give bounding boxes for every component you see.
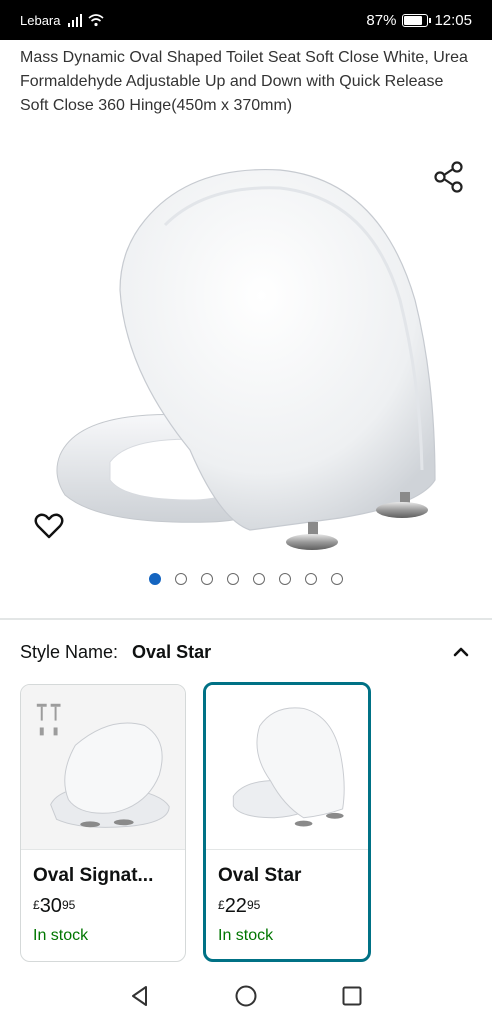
carousel-dot[interactable]: [201, 573, 213, 585]
style-option-price: £ 30 95: [33, 895, 75, 918]
square-recents-icon[interactable]: [340, 984, 364, 1008]
battery-icon: [402, 13, 432, 27]
card-separator: [206, 849, 368, 850]
product-title: Mass Dynamic Oval Shaped Toilet Seat Sof…: [20, 49, 468, 114]
style-option-oval-signature[interactable]: Oval Signat... £ 30 95 In stock: [20, 684, 186, 962]
price-currency: £: [33, 898, 40, 912]
price-fraction: 95: [246, 898, 261, 912]
circle-home-icon[interactable]: [234, 984, 258, 1008]
style-name-label: Style Name:: [20, 641, 119, 662]
triangle-back-icon[interactable]: [128, 984, 152, 1008]
style-name-value: Oval Star: [132, 641, 212, 662]
carousel-dot[interactable]: [279, 573, 291, 585]
card-separator: [21, 849, 185, 850]
price-fraction: 95: [61, 898, 76, 912]
chevron-up-icon[interactable]: [450, 641, 472, 663]
clock: 12:05: [434, 11, 472, 29]
signal-icon: [68, 13, 83, 27]
price-whole: 30: [39, 895, 62, 917]
style-option-price: £ 22 95: [218, 895, 260, 918]
carousel-dot[interactable]: [253, 573, 265, 585]
battery-percent: 87%: [366, 11, 397, 29]
style-option-name: Oval Star: [218, 865, 302, 886]
status-bar: Lebara 87% 12:05: [0, 0, 492, 40]
style-option-oval-star[interactable]: Oval Star £ 22 95 In stock: [203, 682, 371, 962]
carousel-dot[interactable]: [305, 573, 317, 585]
style-option-image: [206, 685, 368, 849]
price-currency: £: [218, 898, 225, 912]
price-whole: 22: [224, 895, 247, 917]
carousel-dot[interactable]: [175, 573, 187, 585]
product-image[interactable]: [40, 150, 452, 560]
style-options: Oval Signat... £ 30 95 In stock Oval Sta…: [20, 682, 472, 966]
style-name-row: Style Name: Oval Star: [20, 638, 472, 666]
share-icon[interactable]: [432, 160, 466, 194]
product-page: Lebara 87% 12:05 Mass Dynamic Oval Shape…: [0, 0, 492, 1024]
wifi-icon: [88, 14, 105, 27]
carrier-name: Lebara: [20, 12, 61, 28]
style-option-name: Oval Signat...: [33, 865, 154, 886]
system-nav-bar: [0, 966, 492, 1024]
carousel-dot[interactable]: [227, 573, 239, 585]
availability-status: In stock: [33, 927, 89, 944]
style-option-image: [21, 685, 185, 849]
section-divider: [0, 618, 492, 620]
image-carousel-dots: [0, 573, 492, 585]
carousel-dot[interactable]: [331, 573, 343, 585]
heart-icon[interactable]: [33, 510, 65, 542]
carousel-dot[interactable]: [149, 573, 161, 585]
availability-status: In stock: [218, 927, 274, 944]
